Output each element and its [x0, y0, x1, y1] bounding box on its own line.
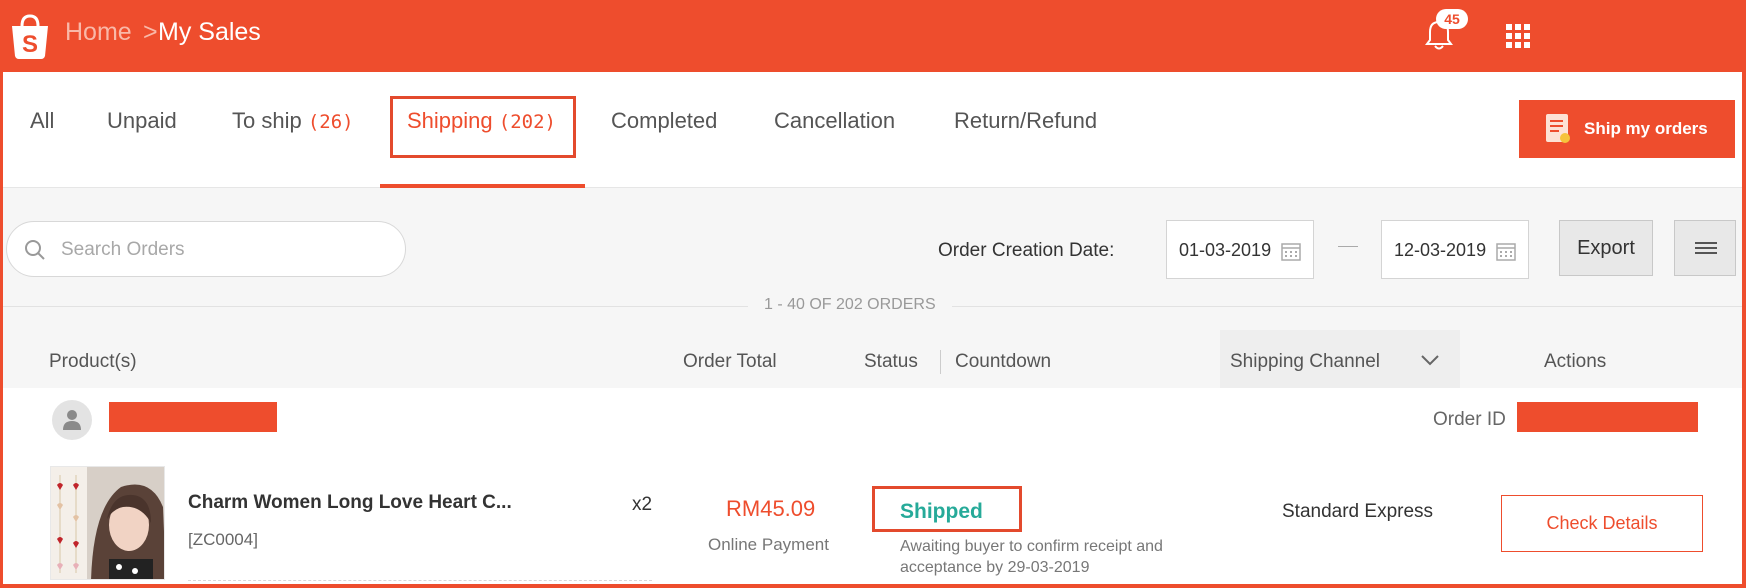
search-orders-box[interactable]: [6, 221, 406, 277]
calendar-icon: [1281, 243, 1301, 261]
column-header-products: Product(s): [49, 351, 137, 372]
date-to-field[interactable]: 12-03-2019: [1381, 220, 1529, 279]
status-countdown-note: Awaiting buyer to confirm receipt and ac…: [900, 538, 1163, 576]
breadcrumb-current: My Sales: [158, 18, 261, 46]
column-header-countdown: Countdown: [955, 351, 1052, 372]
tab-label: To ship: [232, 108, 302, 133]
breadcrumb-separator: >: [143, 18, 158, 46]
product-image: [51, 467, 164, 579]
date-range-dash: [1338, 246, 1358, 247]
order-status-tabs: All Unpaid To ship (26) Shipping (202) C…: [3, 72, 1742, 188]
order-total-value: RM45.09: [726, 496, 816, 521]
frame-border-bottom: [0, 584, 1746, 588]
apps-grid-icon[interactable]: [1506, 24, 1530, 48]
column-header-order-total: Order Total: [683, 351, 777, 372]
ship-my-orders-label: Ship my orders: [1584, 119, 1708, 138]
divider: [188, 580, 652, 581]
column-divider: [940, 350, 941, 374]
user-icon: [63, 410, 81, 430]
payment-method: Online Payment: [708, 535, 829, 554]
orders-count-text: 1 - 40 OF 202 ORDERS: [748, 296, 952, 314]
tab-unpaid[interactable]: Unpaid: [107, 108, 177, 134]
buyer-avatar[interactable]: [52, 400, 92, 440]
export-button[interactable]: Export: [1559, 220, 1653, 276]
column-header-shipping-channel: Shipping Channel: [1230, 351, 1381, 372]
product-name-link[interactable]: Charm Women Long Love Heart C...: [188, 492, 512, 514]
check-details-button[interactable]: Check Details: [1501, 495, 1703, 552]
breadcrumb-home-link[interactable]: Home: [65, 18, 132, 47]
search-icon: [25, 240, 45, 260]
tab-completed[interactable]: Completed: [611, 108, 717, 134]
column-header-status: Status: [864, 351, 918, 372]
hamburger-icon: [1695, 242, 1717, 254]
document-icon: [1546, 114, 1570, 143]
order-id-label: Order ID: [1433, 409, 1506, 430]
search-orders-input[interactable]: [59, 236, 393, 264]
product-quantity: x2: [632, 494, 653, 515]
calendar-icon: [1496, 243, 1516, 261]
frame-border-right: [1742, 72, 1746, 588]
tab-count: (26): [307, 111, 354, 133]
order-status: Shipped: [900, 500, 983, 523]
tab-label: Return/Refund: [954, 108, 1098, 133]
redacted-order-id: [1517, 402, 1698, 432]
shipping-channel-value: Standard Express: [1282, 501, 1434, 522]
product-sku: [ZC0004]: [188, 530, 258, 549]
product-thumbnail[interactable]: [50, 466, 165, 580]
tab-label: Cancellation: [774, 108, 896, 133]
tab-to-ship[interactable]: To ship (26): [232, 108, 354, 134]
date-to-value: 12-03-2019: [1394, 240, 1487, 260]
redacted-buyer-name: [109, 402, 277, 432]
shipping-tab-highlight-box: [390, 96, 576, 158]
chevron-down-icon[interactable]: [1420, 354, 1440, 366]
column-header-actions: Actions: [1544, 351, 1607, 372]
tab-label: All: [30, 108, 55, 133]
tab-all[interactable]: All: [30, 108, 54, 134]
order-creation-date-label: Order Creation Date:: [938, 240, 1115, 261]
date-from-field[interactable]: 01-03-2019: [1166, 220, 1314, 279]
ship-my-orders-button[interactable]: Ship my orders: [1519, 100, 1735, 158]
tab-label: Unpaid: [107, 108, 177, 133]
list-view-button[interactable]: [1674, 220, 1736, 276]
date-from-value: 01-03-2019: [1179, 240, 1272, 260]
tab-cancellation[interactable]: Cancellation: [774, 108, 895, 134]
tab-label: Completed: [611, 108, 718, 133]
notification-count-badge: 45: [1436, 9, 1468, 29]
shopee-logo-icon[interactable]: S: [8, 14, 52, 60]
tab-return-refund[interactable]: Return/Refund: [954, 108, 1097, 134]
top-bar: S Home > My Sales 45: [0, 0, 1746, 72]
svg-text:S: S: [22, 31, 38, 58]
